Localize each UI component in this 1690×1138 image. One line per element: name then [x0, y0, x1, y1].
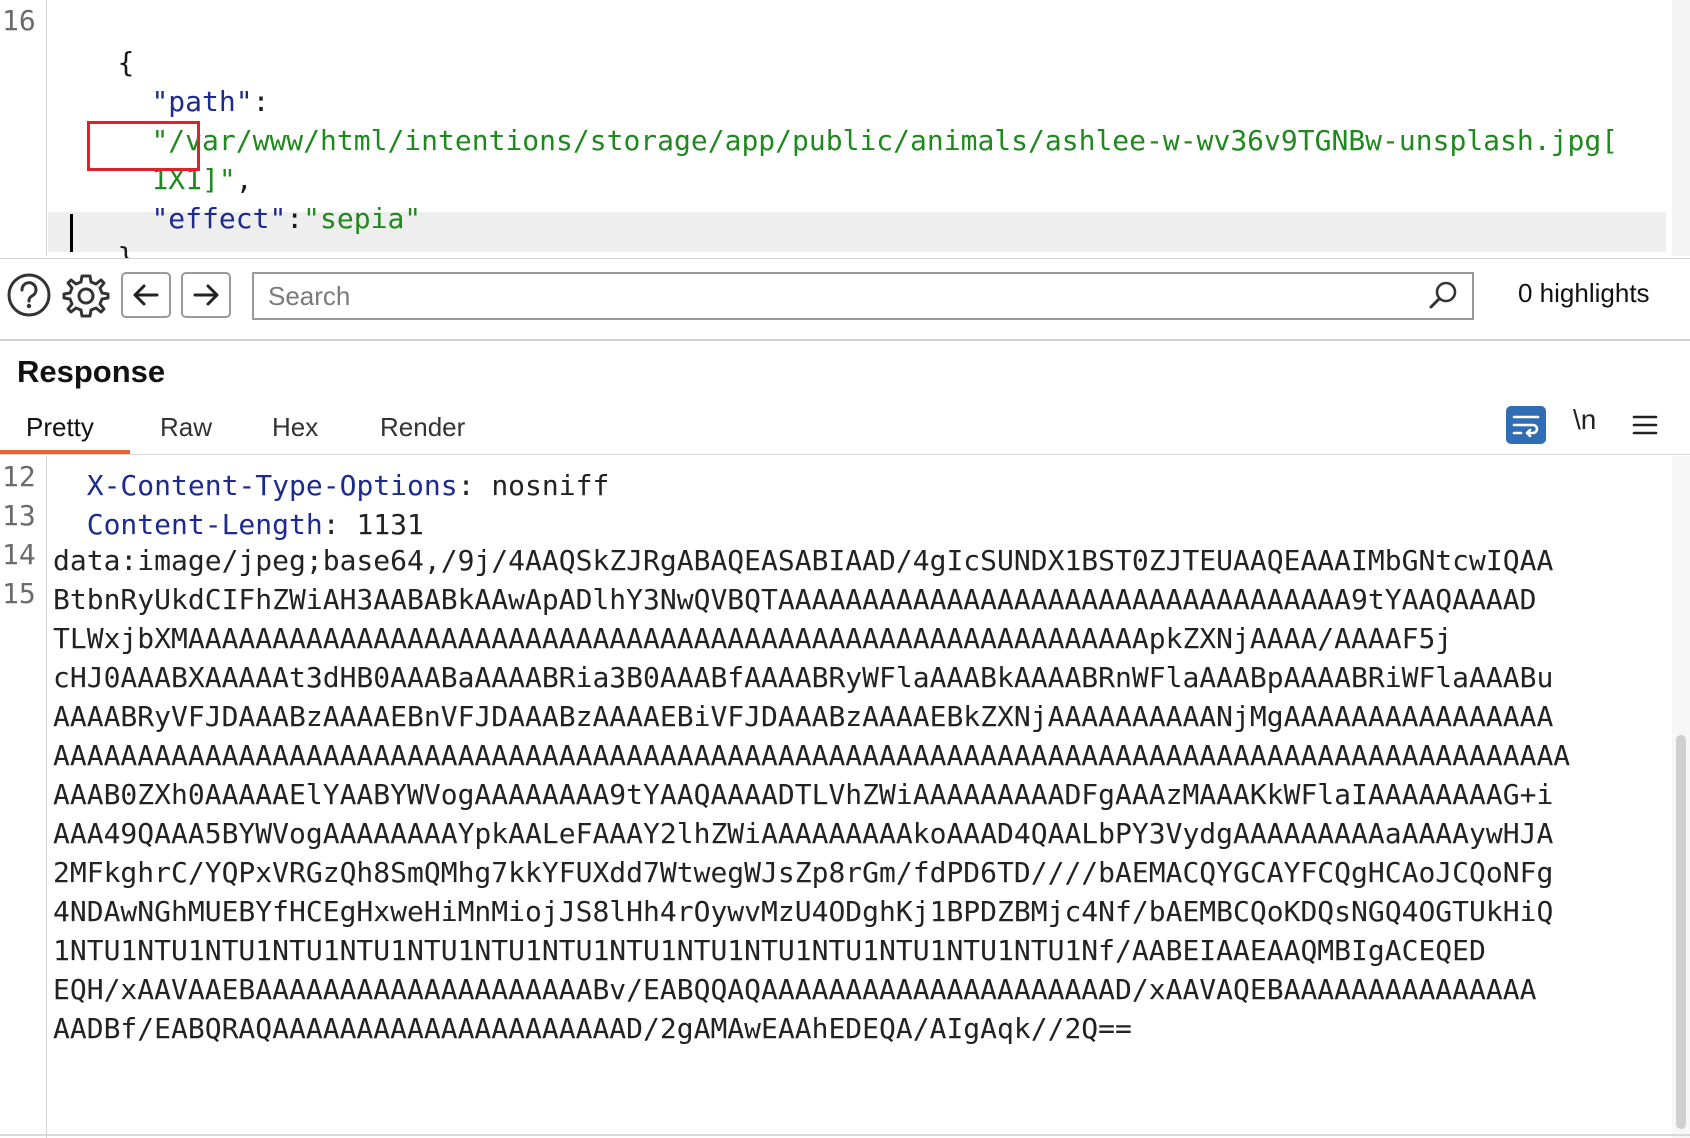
json-value-path: "/var/www/html/intentions/storage/app/pu…	[151, 124, 1619, 157]
header-name: Content-Length	[86, 508, 323, 541]
response-body-line[interactable]: TLWxjbXMAAAAAAAAAAAAAAAAAAAAAAAAAAAAAAAA…	[53, 618, 1452, 660]
response-line-gutter: 12 13 14 15	[0, 456, 47, 1138]
arrow-left-icon	[133, 284, 159, 306]
response-scrollbar-thumb[interactable]	[1676, 735, 1686, 1129]
settings-button[interactable]	[62, 272, 110, 320]
search-input[interactable]	[252, 272, 1474, 320]
response-body-line[interactable]: 2MFkghrC/YQPxVRGzQh8SmQMhg7kkYFUXdd7Wtwe…	[53, 852, 1553, 894]
line-number: 12	[2, 460, 36, 493]
response-body-line[interactable]: 1NTU1NTU1NTU1NTU1NTU1NTU1NTU1NTU1NTU1NTU…	[53, 930, 1486, 972]
request-editor[interactable]: 16 { "path": "/var/www/html/intentions/s…	[0, 0, 1690, 274]
gear-icon	[62, 274, 110, 318]
response-body-line[interactable]: 4NDAwNGhMUEBYfHCEgHxweHiMnMiojJS8lHh4rOy…	[53, 891, 1553, 933]
wrap-lines-button[interactable]	[1506, 406, 1546, 444]
response-body-line[interactable]: BtbnRyUkdCIFhZWiAH3AABABkAAwApADlhY3NwQV…	[53, 579, 1536, 621]
response-body-line[interactable]: EQH/xAAVAAEBAAAAAAAAAAAAAAAAAAAABv/EABQQ…	[53, 969, 1536, 1011]
line-number: 15	[2, 577, 36, 610]
menu-icon[interactable]	[1630, 410, 1660, 440]
json-value-effect: "sepia"	[303, 202, 422, 235]
json-key-effect: "effect"	[151, 202, 287, 235]
help-icon	[7, 273, 51, 317]
line-number: 16	[2, 4, 36, 37]
highlights-count: 0 highlights	[1518, 278, 1650, 308]
bottom-divider	[0, 1134, 1690, 1136]
request-line-gutter: 16	[0, 0, 47, 256]
header-separator: :	[457, 469, 492, 502]
response-body-line[interactable]: AAAABRyVFJDAAABzAAAAEBnVFJDAAABzAAAAEBiV…	[53, 696, 1553, 738]
header-value: 1131	[356, 508, 424, 541]
response-body-line[interactable]: AAAAAAAAAAAAAAAAAAAAAAAAAAAAAAAAAAAAAAAA…	[53, 735, 1570, 777]
colon: :	[286, 202, 304, 235]
header-value: nosniff	[491, 469, 610, 502]
request-scrollbar[interactable]	[1672, 0, 1690, 256]
forward-button[interactable]	[181, 272, 231, 318]
wrap-lines-icon	[1512, 415, 1540, 438]
response-body-line[interactable]: data:image/jpeg;base64,/9j/4AAQSkZJRgABA…	[53, 540, 1553, 582]
help-button[interactable]	[6, 272, 52, 318]
response-title: Response	[17, 354, 166, 389]
header-separator: :	[322, 508, 357, 541]
line-number: 14	[2, 538, 36, 571]
back-button[interactable]	[121, 272, 171, 318]
response-body-line[interactable]: AADBf/EABQRAQAAAAAAAAAAAAAAAAAAAAAD/2gAM…	[53, 1008, 1132, 1050]
line-number: 13	[2, 499, 36, 532]
response-header-line[interactable]: Content-Length: 1131	[53, 462, 424, 546]
show-newlines-button[interactable]: \n	[1573, 404, 1596, 436]
arrow-right-icon	[193, 284, 219, 306]
response-body-line[interactable]: cHJ0AAABXAAAAAt3dHB0AAABaAAAABRia3B0AAAB…	[53, 657, 1553, 699]
search-icon[interactable]	[1425, 278, 1461, 314]
response-body-line[interactable]: AAA49QAAA5BYWVogAAAAAAAAYpkAALeFAAAY2lhZ…	[53, 813, 1553, 855]
response-body-line[interactable]: AAAB0ZXh0AAAAAElYAABYWVogAAAAAAAA9tYAAQA…	[53, 774, 1553, 816]
highlight-annotation-box	[87, 121, 200, 171]
text-caret	[70, 214, 73, 252]
